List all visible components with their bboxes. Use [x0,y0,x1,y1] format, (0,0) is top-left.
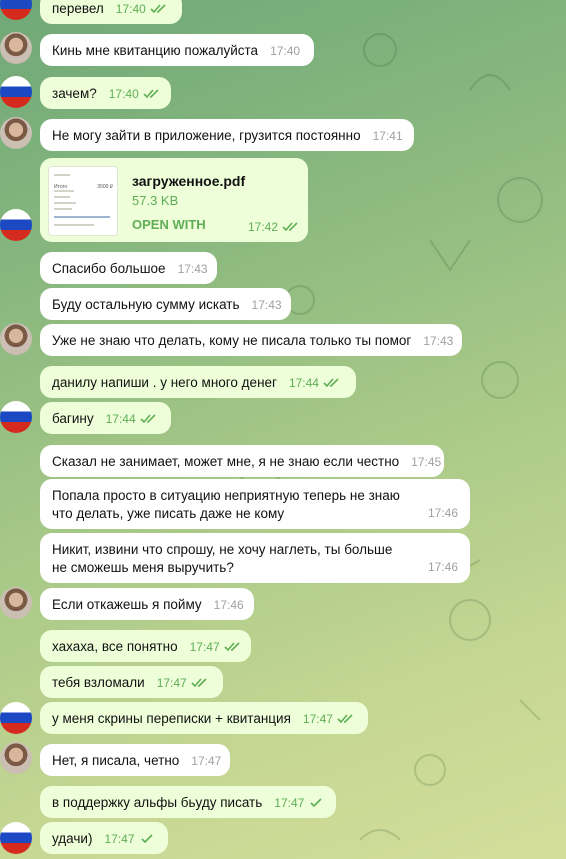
avatar-contact[interactable] [0,742,32,774]
message-time: 17:44 [288,376,319,390]
message-bubble-incoming[interactable]: Кинь мне квитанцию пожалуйста 17:40 [40,34,314,66]
read-receipt-icon [224,642,240,652]
avatar-self[interactable] [0,822,32,854]
avatar-contact[interactable] [0,117,32,149]
message-bubble-incoming[interactable]: Буду остальную сумму искать 17:43 [40,288,291,320]
message-time: 17:44 [105,412,136,426]
message-time: 17:46 [427,560,458,574]
message-bubble-incoming[interactable]: Уже не знаю что делать, кому не писала т… [40,324,462,356]
message-bubble-incoming[interactable]: Не могу зайти в приложение, грузится пос… [40,119,414,151]
message-time: 17:47 [156,676,187,690]
message-time: 17:40 [115,2,146,16]
message-time: 17:47 [302,712,333,726]
avatar-contact[interactable] [0,32,32,64]
avatar-contact[interactable] [0,587,32,619]
message-text: багину [52,411,94,426]
read-receipt-icon [143,89,159,99]
avatar-self[interactable] [0,76,32,108]
message-text: Никит, извини что спрошу, не хочу наглет… [52,542,393,575]
sent-receipt-icon [140,834,153,844]
message-text: тебя взломали [52,675,145,690]
message-text: удачи) [52,831,93,846]
message-text: у меня скрины переписки + квитанция [52,711,291,726]
read-receipt-icon [282,222,298,232]
message-bubble-incoming[interactable]: Спасибо большое 17:43 [40,252,217,284]
message-time: 17:46 [427,506,458,520]
message-time: 17:43 [423,334,454,348]
message-bubble-incoming[interactable]: Никит, извини что спрошу, не хочу наглет… [40,533,470,583]
message-text: Нет, я писала, четно [52,753,180,768]
file-name: загруженное.pdf [132,173,246,189]
message-text: данилу напиши . у него много денег [52,375,277,390]
avatar-self[interactable] [0,209,32,241]
read-receipt-icon [140,414,156,424]
message-time: 17:47 [191,754,222,768]
avatar-self[interactable] [0,401,32,433]
message-time: 17:46 [213,598,244,612]
avatar-self[interactable] [0,702,32,734]
message-bubble-outgoing[interactable]: зачем? 17:40 [40,77,171,109]
message-time: 17:43 [177,262,208,276]
message-text: Если откажешь я пойму [52,597,202,612]
message-text: Кинь мне квитанцию пожалуйста [52,43,259,58]
message-bubble-outgoing[interactable]: данилу напиши . у него много денег 17:44 [40,366,356,398]
message-text: Сказал не занимает, может мне, я не знаю… [52,454,400,469]
message-time: 17:47 [104,832,135,846]
message-text: Попала просто в ситуацию неприятную тепе… [52,488,400,521]
message-bubble-incoming[interactable]: Сказал не занимает, может мне, я не знаю… [40,445,444,477]
read-receipt-icon [337,714,353,724]
message-time: 17:47 [274,796,305,810]
message-bubble-outgoing[interactable]: хахаха, все понятно 17:47 [40,630,251,662]
message-bubble-incoming[interactable]: Если откажешь я пойму 17:46 [40,588,254,620]
open-with-button[interactable]: OPEN WITH [132,216,206,234]
sent-receipt-icon [310,798,322,808]
message-bubble-incoming[interactable]: Попала просто в ситуацию неприятную тепе… [40,479,470,529]
message-bubble-outgoing[interactable]: багину 17:44 [40,402,171,434]
message-text: Не могу зайти в приложение, грузится пос… [52,128,361,143]
avatar-contact[interactable] [0,323,32,355]
message-bubble-outgoing[interactable]: удачи) 17:47 [40,822,168,854]
message-text: хахаха, все понятно [52,639,178,654]
message-bubble-outgoing[interactable]: тебя взломали 17:47 [40,666,223,698]
message-text: Буду остальную сумму искать [52,297,240,312]
read-receipt-icon [191,678,207,688]
message-bubble-outgoing[interactable]: у меня скрины переписки + квитанция 17:47 [40,702,368,734]
pdf-preview-amount: 3500 ₽ [97,184,113,190]
message-bubble-outgoing[interactable]: перевел 17:40 [40,0,182,24]
message-time: 17:40 [270,44,301,58]
file-size: 57.3 KB [132,193,179,208]
message-time: 17:47 [189,640,220,654]
message-time: 17:41 [372,129,403,143]
message-text: зачем? [52,86,97,101]
message-time: 17:45 [411,455,442,469]
pdf-thumbnail[interactable]: Итого 3500 ₽ [48,166,118,236]
message-text: в поддержку альфы бьуду писать [52,795,263,810]
message-bubble-outgoing[interactable]: в поддержку альфы бьуду писать 17:47 [40,786,336,818]
read-receipt-icon [323,378,339,388]
message-bubble-incoming[interactable]: Нет, я писала, четно 17:47 [40,744,230,776]
file-message-bubble[interactable]: Итого 3500 ₽ загруженное.pdf 57.3 KB OPE… [40,158,308,242]
pdf-preview-label: Итого [54,184,68,190]
read-receipt-icon [150,4,166,14]
message-text: перевел [52,1,104,16]
message-text: Спасибо большое [52,261,166,276]
message-time: 17:43 [251,298,282,312]
message-time: 17:40 [108,87,139,101]
message-text: Уже не знаю что делать, кому не писала т… [52,333,412,348]
message-time: 17:42 [247,220,278,234]
